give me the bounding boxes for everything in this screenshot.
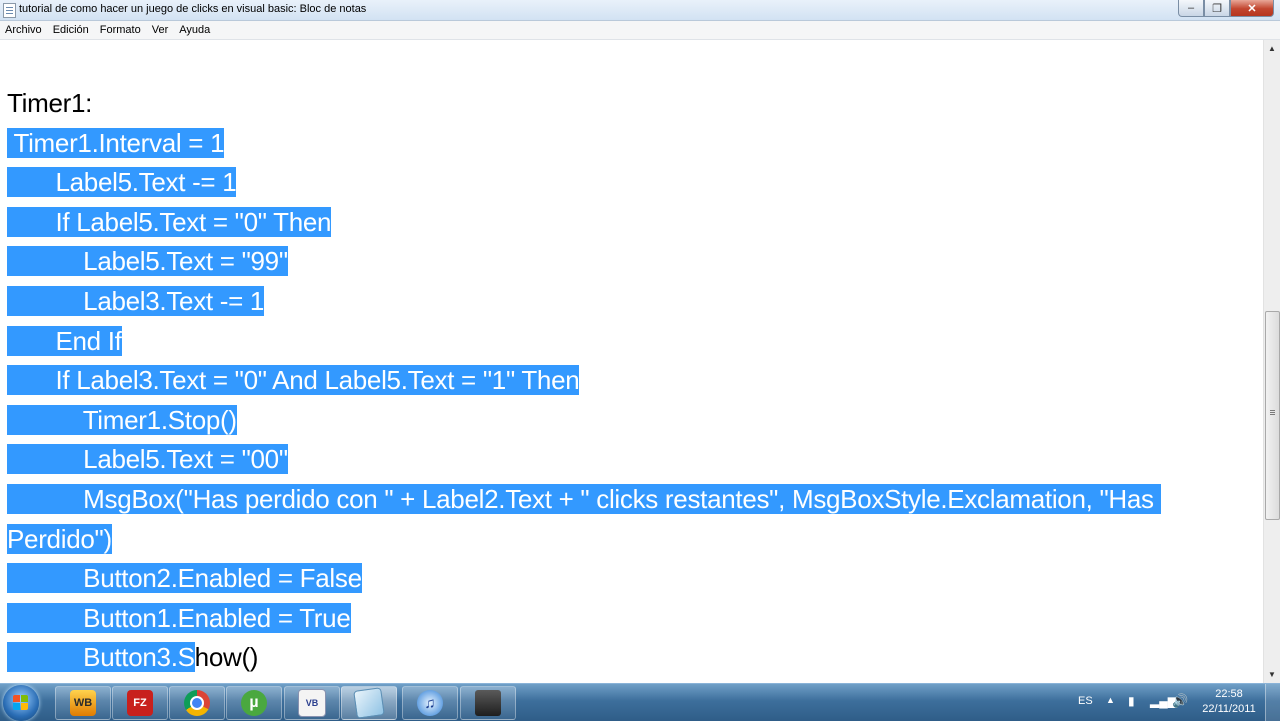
scroll-up-button[interactable]: ▲ — [1264, 40, 1280, 57]
menu-edicion[interactable]: Edición — [48, 21, 95, 39]
text-line: Button2.Enabled = False — [7, 559, 1257, 599]
taskbar: WB FZ µ VB ♫ ES ▲ ▮ ▂▄▆ 🔊 22:58 22/11/20… — [0, 683, 1280, 721]
selected-text: Label5.Text -= 1 — [7, 167, 237, 198]
show-hidden-icons-icon[interactable]: ▲ — [1106, 695, 1115, 705]
battery-icon[interactable]: ▮ — [1128, 694, 1135, 708]
minimize-icon: – — [1187, 2, 1195, 14]
notepad-app-icon — [3, 3, 16, 18]
menu-ayuda[interactable]: Ayuda — [174, 21, 216, 39]
text-line: Perdido") — [7, 520, 1257, 560]
taskbar-app-camera[interactable] — [460, 686, 516, 720]
line-text: how() — [194, 642, 259, 673]
chrome-icon — [184, 690, 210, 716]
taskbar-app-notepad[interactable] — [341, 686, 397, 720]
menu-bar: Archivo Edición Formato Ver Ayuda — [0, 21, 1280, 40]
text-line: Label5.Text = "00" — [7, 440, 1257, 480]
selected-text: Button1.Enabled = True — [7, 602, 351, 633]
language-indicator[interactable]: ES — [1078, 695, 1093, 707]
scroll-down-button[interactable]: ▼ — [1264, 666, 1280, 683]
line-text: Timer1: — [7, 88, 93, 118]
text-line: Timer1.Interval = 1 — [7, 124, 1257, 164]
text-line: Label3.Text -= 1 — [7, 282, 1257, 322]
text-line: Button1.Enabled = True — [7, 599, 1257, 639]
taskbar-app-utorrent[interactable]: µ — [226, 686, 282, 720]
selected-text: Button3.S — [7, 642, 195, 673]
text-line: Button3.Show() — [7, 638, 1257, 678]
selected-text: Label3.Text -= 1 — [7, 285, 265, 316]
selected-text: Perdido") — [7, 523, 112, 554]
camera-app-icon — [475, 690, 501, 716]
selected-text: Label5.Text = "99" — [7, 246, 288, 277]
window-controls: – ❐ ✕ — [1178, 0, 1274, 17]
text-editor[interactable]: Timer1: Timer1.Interval = 1 Label5.Text … — [0, 40, 1263, 683]
grip-icon — [1270, 410, 1275, 411]
utorrent-icon: µ — [241, 690, 267, 716]
menu-formato[interactable]: Formato — [95, 21, 147, 39]
visual-basic-icon: VB — [298, 689, 326, 717]
title-bar[interactable]: tutorial de como hacer un juego de click… — [0, 0, 1280, 21]
vertical-scrollbar[interactable]: ▲ ▼ — [1263, 40, 1280, 683]
taskbar-app-filezilla[interactable]: FZ — [112, 686, 168, 720]
filezilla-icon: FZ — [127, 690, 153, 716]
show-desktop-button[interactable] — [1265, 684, 1280, 721]
scrollbar-thumb[interactable] — [1265, 311, 1280, 520]
start-button[interactable] — [3, 685, 39, 721]
close-icon: ✕ — [1247, 2, 1257, 15]
windows-logo-icon — [13, 695, 29, 711]
text-line: Timer1.Stop() — [7, 401, 1257, 441]
selected-text: If Label3.Text = "0" And Label5.Text = "… — [7, 365, 580, 396]
text-line: Label5.Text -= 1 — [7, 163, 1257, 203]
arrow-up-icon: ▲ — [1268, 44, 1276, 53]
text-line: End If — [7, 322, 1257, 362]
menu-archivo[interactable]: Archivo — [0, 21, 48, 39]
clock-time: 22:58 — [1215, 688, 1243, 700]
text-line: MsgBox("Has perdido con " + Label2.Text … — [7, 480, 1257, 520]
clock-date: 22/11/2011 — [1202, 703, 1256, 715]
taskbar-app-chrome[interactable] — [169, 686, 225, 720]
selected-text: End If — [7, 325, 122, 356]
itunes-icon: ♫ — [417, 690, 443, 716]
webcam-app-icon: WB — [70, 690, 96, 716]
selected-text: MsgBox("Has perdido con " + Label2.Text … — [7, 483, 1161, 514]
text-line: Timer1: — [7, 84, 1257, 124]
text-line: Label5.Text = "99" — [7, 242, 1257, 282]
text-line: If Label3.Text = "0" And Label5.Text = "… — [7, 361, 1257, 401]
maximize-button[interactable]: ❐ — [1204, 0, 1230, 17]
arrow-down-icon: ▼ — [1268, 670, 1276, 679]
selected-text: Button2.Enabled = False — [7, 563, 362, 594]
clock[interactable]: 22:58 22/11/2011 — [1196, 687, 1262, 717]
window-title: tutorial de como hacer un juego de click… — [19, 3, 367, 15]
minimize-button[interactable]: – — [1178, 0, 1204, 17]
editor-content[interactable]: Timer1: Timer1.Interval = 1 Label5.Text … — [7, 84, 1257, 678]
selected-text: If Label5.Text = "0" Then — [7, 206, 332, 237]
menu-ver[interactable]: Ver — [147, 21, 175, 39]
close-button[interactable]: ✕ — [1230, 0, 1274, 17]
taskbar-app-visual-basic[interactable]: VB — [284, 686, 340, 720]
selected-text: Timer1.Interval = 1 — [7, 127, 225, 158]
notepad-icon — [353, 687, 385, 719]
maximize-icon: ❐ — [1212, 2, 1222, 15]
text-line: If Label5.Text = "0" Then — [7, 203, 1257, 243]
taskbar-app-webcam[interactable]: WB — [55, 686, 111, 720]
selected-text: Timer1.Stop() — [7, 404, 237, 435]
selected-text: Label5.Text = "00" — [7, 444, 288, 475]
volume-icon[interactable]: 🔊 — [1172, 693, 1188, 709]
taskbar-app-itunes[interactable]: ♫ — [402, 686, 458, 720]
